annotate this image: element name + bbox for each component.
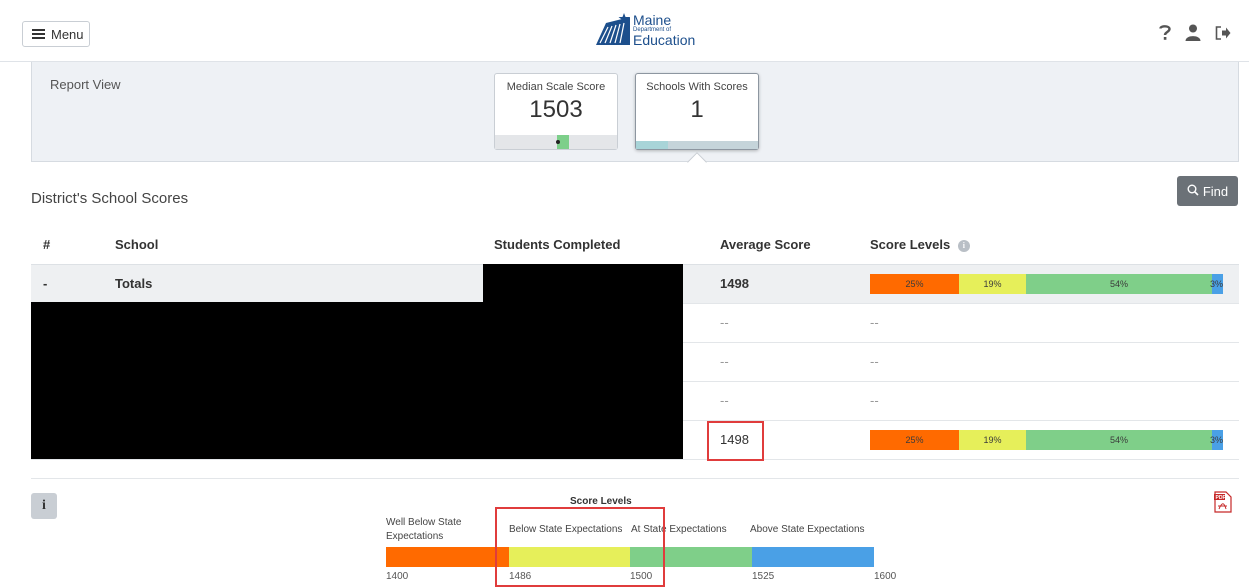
schools-with-scores-card[interactable]: Schools With Scores 1 <box>635 73 759 150</box>
kpi-label: Schools With Scores <box>646 81 748 93</box>
col-header-number[interactable]: # <box>31 226 103 265</box>
redacted-region <box>483 264 683 304</box>
logo-line3: Education <box>633 32 696 48</box>
score-levels-bar: 25% 19% 54% 3% <box>870 273 1237 294</box>
kpi-mini-bar <box>636 141 758 149</box>
top-bar: Menu Maine Department of Education <box>0 0 1249 62</box>
kpi-value: 1 <box>690 96 704 123</box>
find-button[interactable]: Find <box>1177 176 1238 206</box>
logo-line1: Maine <box>633 12 672 28</box>
level-below: 19% <box>959 273 1026 294</box>
col-header-score-levels[interactable]: Score Levels i <box>858 226 1239 265</box>
level-well-below: 25% <box>870 273 959 294</box>
svg-text:PDF: PDF <box>1216 495 1226 501</box>
col-header-students-completed[interactable]: Students Completed <box>482 226 708 265</box>
level-at: 54% <box>1026 429 1212 450</box>
totals-school: Totals <box>103 264 482 304</box>
help-icon[interactable] <box>1159 24 1171 46</box>
col-header-average-score[interactable]: Average Score <box>708 226 858 265</box>
legend-segment-above <box>752 547 874 567</box>
median-scale-score-card[interactable]: Median Scale Score 1503 <box>494 73 618 150</box>
score-levels-cell: -- <box>858 381 1239 421</box>
legend-label-above: Above State Expectations <box>750 524 865 535</box>
average-score-cell: -- <box>708 303 858 343</box>
average-score-cell: -- <box>708 381 858 421</box>
menu-label: Menu <box>51 26 84 42</box>
legend-tick: 1525 <box>752 571 775 582</box>
info-button[interactable]: i <box>31 493 57 519</box>
level-above: 3% <box>1210 429 1223 450</box>
signout-icon[interactable] <box>1215 25 1231 45</box>
section-title: District's School Scores <box>31 190 189 207</box>
report-view-title: Report View <box>50 77 121 92</box>
hamburger-icon <box>32 29 45 39</box>
legend-label-well-below: Well Below State Expectations <box>386 517 462 542</box>
totals-score-levels: 25% 19% 54% 3% <box>858 264 1239 304</box>
logo-mark-icon <box>596 13 630 47</box>
table-header-row: # School Students Completed Average Scor… <box>31 226 1239 265</box>
highlight-box <box>707 421 764 461</box>
redacted-region <box>31 302 683 459</box>
kpi-mini-bar <box>495 135 617 149</box>
find-label: Find <box>1202 183 1229 199</box>
kpi-value: 1503 <box>529 96 583 123</box>
kpi-label: Median Scale Score <box>506 81 606 93</box>
score-levels-cell: 25% 19% 54% 3% <box>858 420 1239 460</box>
report-view-panel: Report View Median Scale Score 1503 Scho… <box>31 62 1239 162</box>
legend-tick: 1400 <box>386 571 409 582</box>
score-levels-cell: -- <box>858 342 1239 382</box>
level-at: 54% <box>1026 273 1212 294</box>
level-below: 19% <box>959 429 1026 450</box>
average-score-cell: -- <box>708 342 858 382</box>
score-levels-cell: -- <box>858 303 1239 343</box>
legend-title: Score Levels <box>570 496 632 507</box>
highlight-box <box>495 507 665 587</box>
col-header-school[interactable]: School <box>103 226 482 265</box>
pdf-download-icon[interactable]: PDF <box>1214 491 1232 518</box>
level-well-below: 25% <box>870 429 959 450</box>
score-levels-bar: 25% 19% 54% 3% <box>870 429 1237 450</box>
score-levels-legend: i PDF Score Levels Well Below State Expe… <box>31 478 1239 587</box>
user-icon[interactable] <box>1185 24 1201 46</box>
info-icon[interactable]: i <box>957 239 970 252</box>
legend-segment-well-below <box>386 547 509 567</box>
totals-number: - <box>31 264 103 304</box>
score-levels-header-label: Score Levels <box>870 237 951 253</box>
legend-tick: 1600 <box>874 571 897 582</box>
level-above: 3% <box>1210 273 1223 294</box>
maine-doe-logo: Maine Department of Education <box>596 13 695 47</box>
totals-average-score: 1498 <box>708 264 858 304</box>
menu-button[interactable]: Menu <box>22 21 90 47</box>
search-icon <box>1187 184 1199 199</box>
